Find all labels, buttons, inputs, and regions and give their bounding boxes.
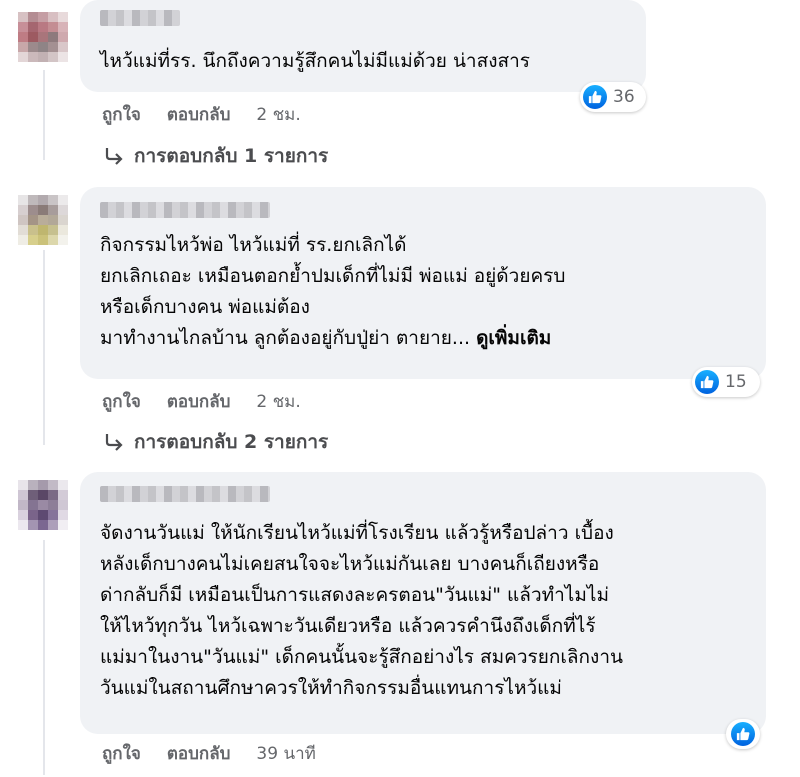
reply-button[interactable]: ตอบกลับ (167, 740, 231, 767)
comment-actions: ถูกใจ ตอบกลับ 2 ชม. (102, 388, 301, 415)
like-button[interactable]: ถูกใจ (102, 101, 141, 128)
replies-label: การตอบกลับ 1 รายการ (134, 145, 329, 167)
timestamp[interactable]: 39 นาที (256, 740, 315, 767)
thread-line (43, 250, 45, 445)
comment-text: ไหว้แม่ที่รร. นึกถึงความรู้สึกคนไม่มีแม่… (100, 50, 530, 72)
reply-arrow-icon (104, 147, 124, 165)
like-icon (695, 370, 719, 394)
reply-arrow-icon (104, 433, 124, 451)
reaction-count: 36 (613, 87, 635, 107)
comment-text: กิจกรรมไหว้พ่อ ไหว้แม่ที่ รร.ยกเลิกได้ ย… (100, 234, 566, 349)
avatar[interactable] (18, 195, 68, 245)
timestamp[interactable]: 2 ชม. (256, 101, 300, 128)
reaction-summary[interactable]: 36 (580, 82, 646, 112)
reaction-summary[interactable] (726, 719, 760, 749)
comment-actions: ถูกใจ ตอบกลับ 39 นาที (102, 740, 316, 767)
reply-button[interactable]: ตอบกลับ (167, 388, 231, 415)
comment-bubble: กิจกรรมไหว้พ่อ ไหว้แม่ที่ รร.ยกเลิกได้ ย… (80, 187, 766, 379)
comment-bubble: จัดงานวันแม่ ให้นักเรียนไหว้แม่ที่โรงเรี… (80, 472, 766, 734)
avatar[interactable] (18, 480, 68, 530)
replies-label: การตอบกลับ 2 รายการ (134, 431, 329, 453)
comment-actions: ถูกใจ ตอบกลับ 2 ชม. (102, 101, 301, 128)
see-more-link[interactable]: ดูเพิ่มเติม (476, 327, 551, 349)
like-button[interactable]: ถูกใจ (102, 388, 141, 415)
author-name-blurred[interactable] (100, 10, 180, 26)
reaction-count: 15 (725, 372, 747, 392)
author-name-blurred[interactable] (100, 202, 270, 218)
reaction-summary[interactable]: 15 (692, 367, 760, 397)
author-name-blurred[interactable] (100, 486, 270, 502)
like-button[interactable]: ถูกใจ (102, 740, 141, 767)
thread-line (43, 70, 45, 160)
timestamp[interactable]: 2 ชม. (256, 388, 300, 415)
like-icon (583, 85, 607, 109)
comment-bubble: ไหว้แม่ที่รร. นึกถึงความรู้สึกคนไม่มีแม่… (80, 0, 646, 92)
comment-text: จัดงานวันแม่ ให้นักเรียนไหว้แม่ที่โรงเรี… (100, 522, 623, 699)
view-replies-link[interactable]: การตอบกลับ 1 รายการ (104, 141, 328, 171)
reply-button[interactable]: ตอบกลับ (167, 101, 231, 128)
thread-line (43, 540, 45, 775)
avatar[interactable] (18, 12, 68, 62)
view-replies-link[interactable]: การตอบกลับ 2 รายการ (104, 427, 328, 457)
like-icon (731, 722, 755, 746)
